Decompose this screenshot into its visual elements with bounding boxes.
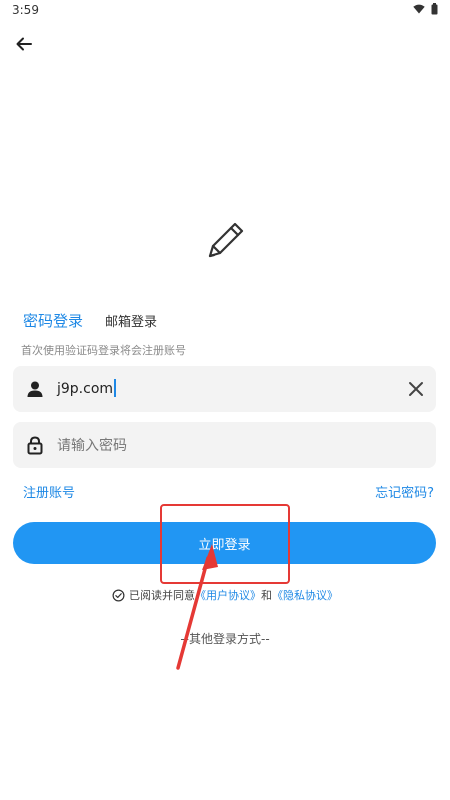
user-icon xyxy=(27,381,43,397)
wifi-icon xyxy=(413,4,425,14)
forgot-password-link[interactable]: 忘记密码? xyxy=(375,482,434,501)
close-icon[interactable] xyxy=(406,379,426,399)
arrow-left-icon xyxy=(16,37,32,51)
register-hint: 首次使用验证码登录将会注册账号 xyxy=(21,344,186,357)
tab-password-login[interactable]: 密码登录 xyxy=(23,310,83,331)
check-circle-icon[interactable] xyxy=(112,589,125,602)
register-link[interactable]: 注册账号 xyxy=(23,482,75,501)
login-tabs: 密码登录 邮箱登录 xyxy=(23,310,157,331)
user-agreement-link[interactable]: 《用户协议》 xyxy=(195,587,261,603)
login-button-label: 立即登录 xyxy=(198,537,251,553)
agreement-conjunction: 和 xyxy=(261,589,272,602)
agreement-row: 已阅读并同意 《用户协议》 和 《隐私协议》 xyxy=(0,587,450,603)
battery-icon xyxy=(431,3,438,15)
account-field[interactable]: j9p.com xyxy=(13,366,436,412)
password-input-placeholder: 请输入密码 xyxy=(57,438,127,454)
password-field[interactable]: 请输入密码 xyxy=(13,422,436,468)
back-button[interactable] xyxy=(10,30,38,58)
tab-email-login[interactable]: 邮箱登录 xyxy=(105,311,157,330)
status-bar: 3:59 xyxy=(0,0,450,22)
lock-icon xyxy=(27,436,43,455)
privacy-policy-link[interactable]: 《隐私协议》 xyxy=(272,587,338,603)
pencil-icon xyxy=(208,222,244,258)
account-input-value: j9p.com xyxy=(57,381,114,397)
login-button[interactable]: 立即登录 xyxy=(13,522,436,564)
status-time: 3:59 xyxy=(12,3,39,17)
text-cursor xyxy=(114,379,116,397)
other-login-divider: --其他登录方式-- xyxy=(180,632,270,646)
agreement-prefix: 已阅读并同意 xyxy=(129,589,195,602)
